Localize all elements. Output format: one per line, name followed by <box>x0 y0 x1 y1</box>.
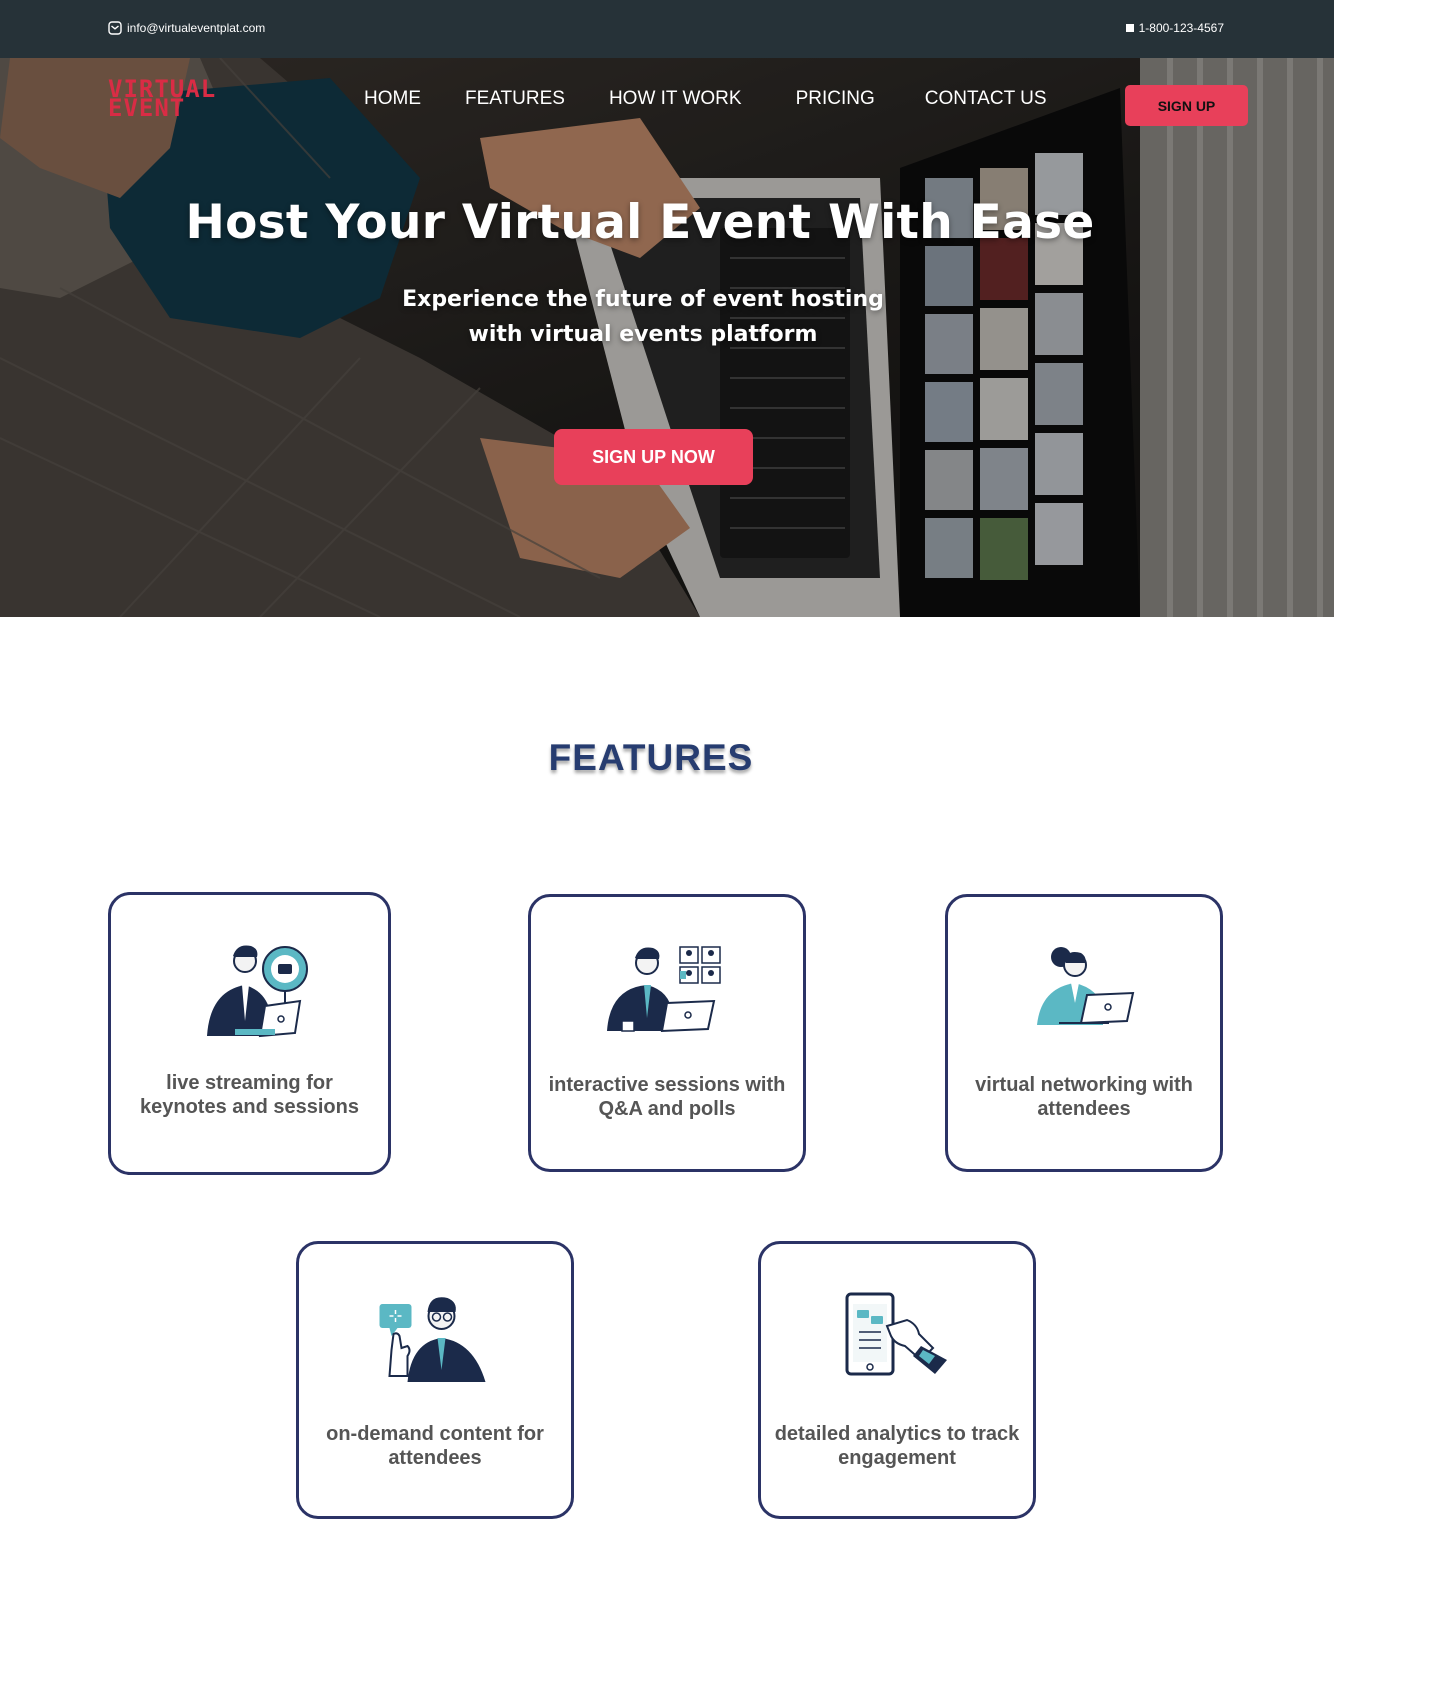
nav-home[interactable]: HOME <box>364 88 421 110</box>
hero-subtitle: Experience the future of event hosting w… <box>402 287 884 347</box>
sign-up-now-button[interactable]: SIGN UP NOW <box>554 429 753 485</box>
hero-title: Host Your Virtual Event With Ease <box>185 195 1095 250</box>
main-nav: HOME FEATURES HOW IT WORK PRICING CONTAC… <box>364 88 1047 110</box>
phone-icon <box>1125 24 1134 32</box>
top-info-bar: info@virtualeventplat.com 1-800-123-4567 <box>0 0 1334 58</box>
feature-card-analytics: detailed analytics to track engagement <box>758 1241 1036 1519</box>
feature-label: virtual networking with attendees <box>975 1074 1193 1120</box>
logo-line-2: EVENT <box>108 94 186 122</box>
chat-bubble-illustration <box>379 1297 486 1382</box>
live-streaming-illustration <box>206 945 308 1038</box>
nav-features[interactable]: FEATURES <box>465 88 565 110</box>
features-heading: FEATURES <box>548 737 754 778</box>
nav-how-it-work[interactable]: HOW IT WORK <box>609 88 742 110</box>
nav-contact-us[interactable]: CONTACT US <box>925 88 1047 110</box>
email-text: info@virtualeventplat.com <box>127 21 266 35</box>
tablet-checklist-illustration <box>845 1292 947 1376</box>
feature-card-live-streaming: live streaming for keynotes and sessions <box>108 892 391 1175</box>
feature-label: interactive sessions with Q&A and polls <box>548 1074 786 1120</box>
phone-text: 1-800-123-4567 <box>1138 21 1224 35</box>
feature-label: live streaming for keynotes and sessions <box>140 1072 359 1118</box>
video-conference-illustration <box>607 946 721 1033</box>
feature-card-virtual-networking: virtual networking with attendees <box>945 894 1223 1172</box>
feature-card-on-demand: on-demand content for attendees <box>296 1241 574 1519</box>
feature-label: on-demand content for attendees <box>326 1423 544 1469</box>
feature-card-interactive-sessions: interactive sessions with Q&A and polls <box>528 894 806 1172</box>
networking-laptop-illustration <box>1037 947 1135 1025</box>
feature-label: detailed analytics to track engagement <box>774 1423 1020 1469</box>
nav-pricing[interactable]: PRICING <box>796 88 875 110</box>
phone-contact[interactable]: 1-800-123-4567 <box>1125 21 1224 35</box>
hero-section: VIRTUAL EVENT HOME FEATURES HOW IT WORK … <box>0 58 1334 617</box>
sign-up-button[interactable]: SIGN UP <box>1125 85 1248 126</box>
mail-icon <box>108 21 122 35</box>
logo[interactable]: VIRTUAL EVENT <box>108 77 258 122</box>
email-contact[interactable]: info@virtualeventplat.com <box>108 21 265 35</box>
